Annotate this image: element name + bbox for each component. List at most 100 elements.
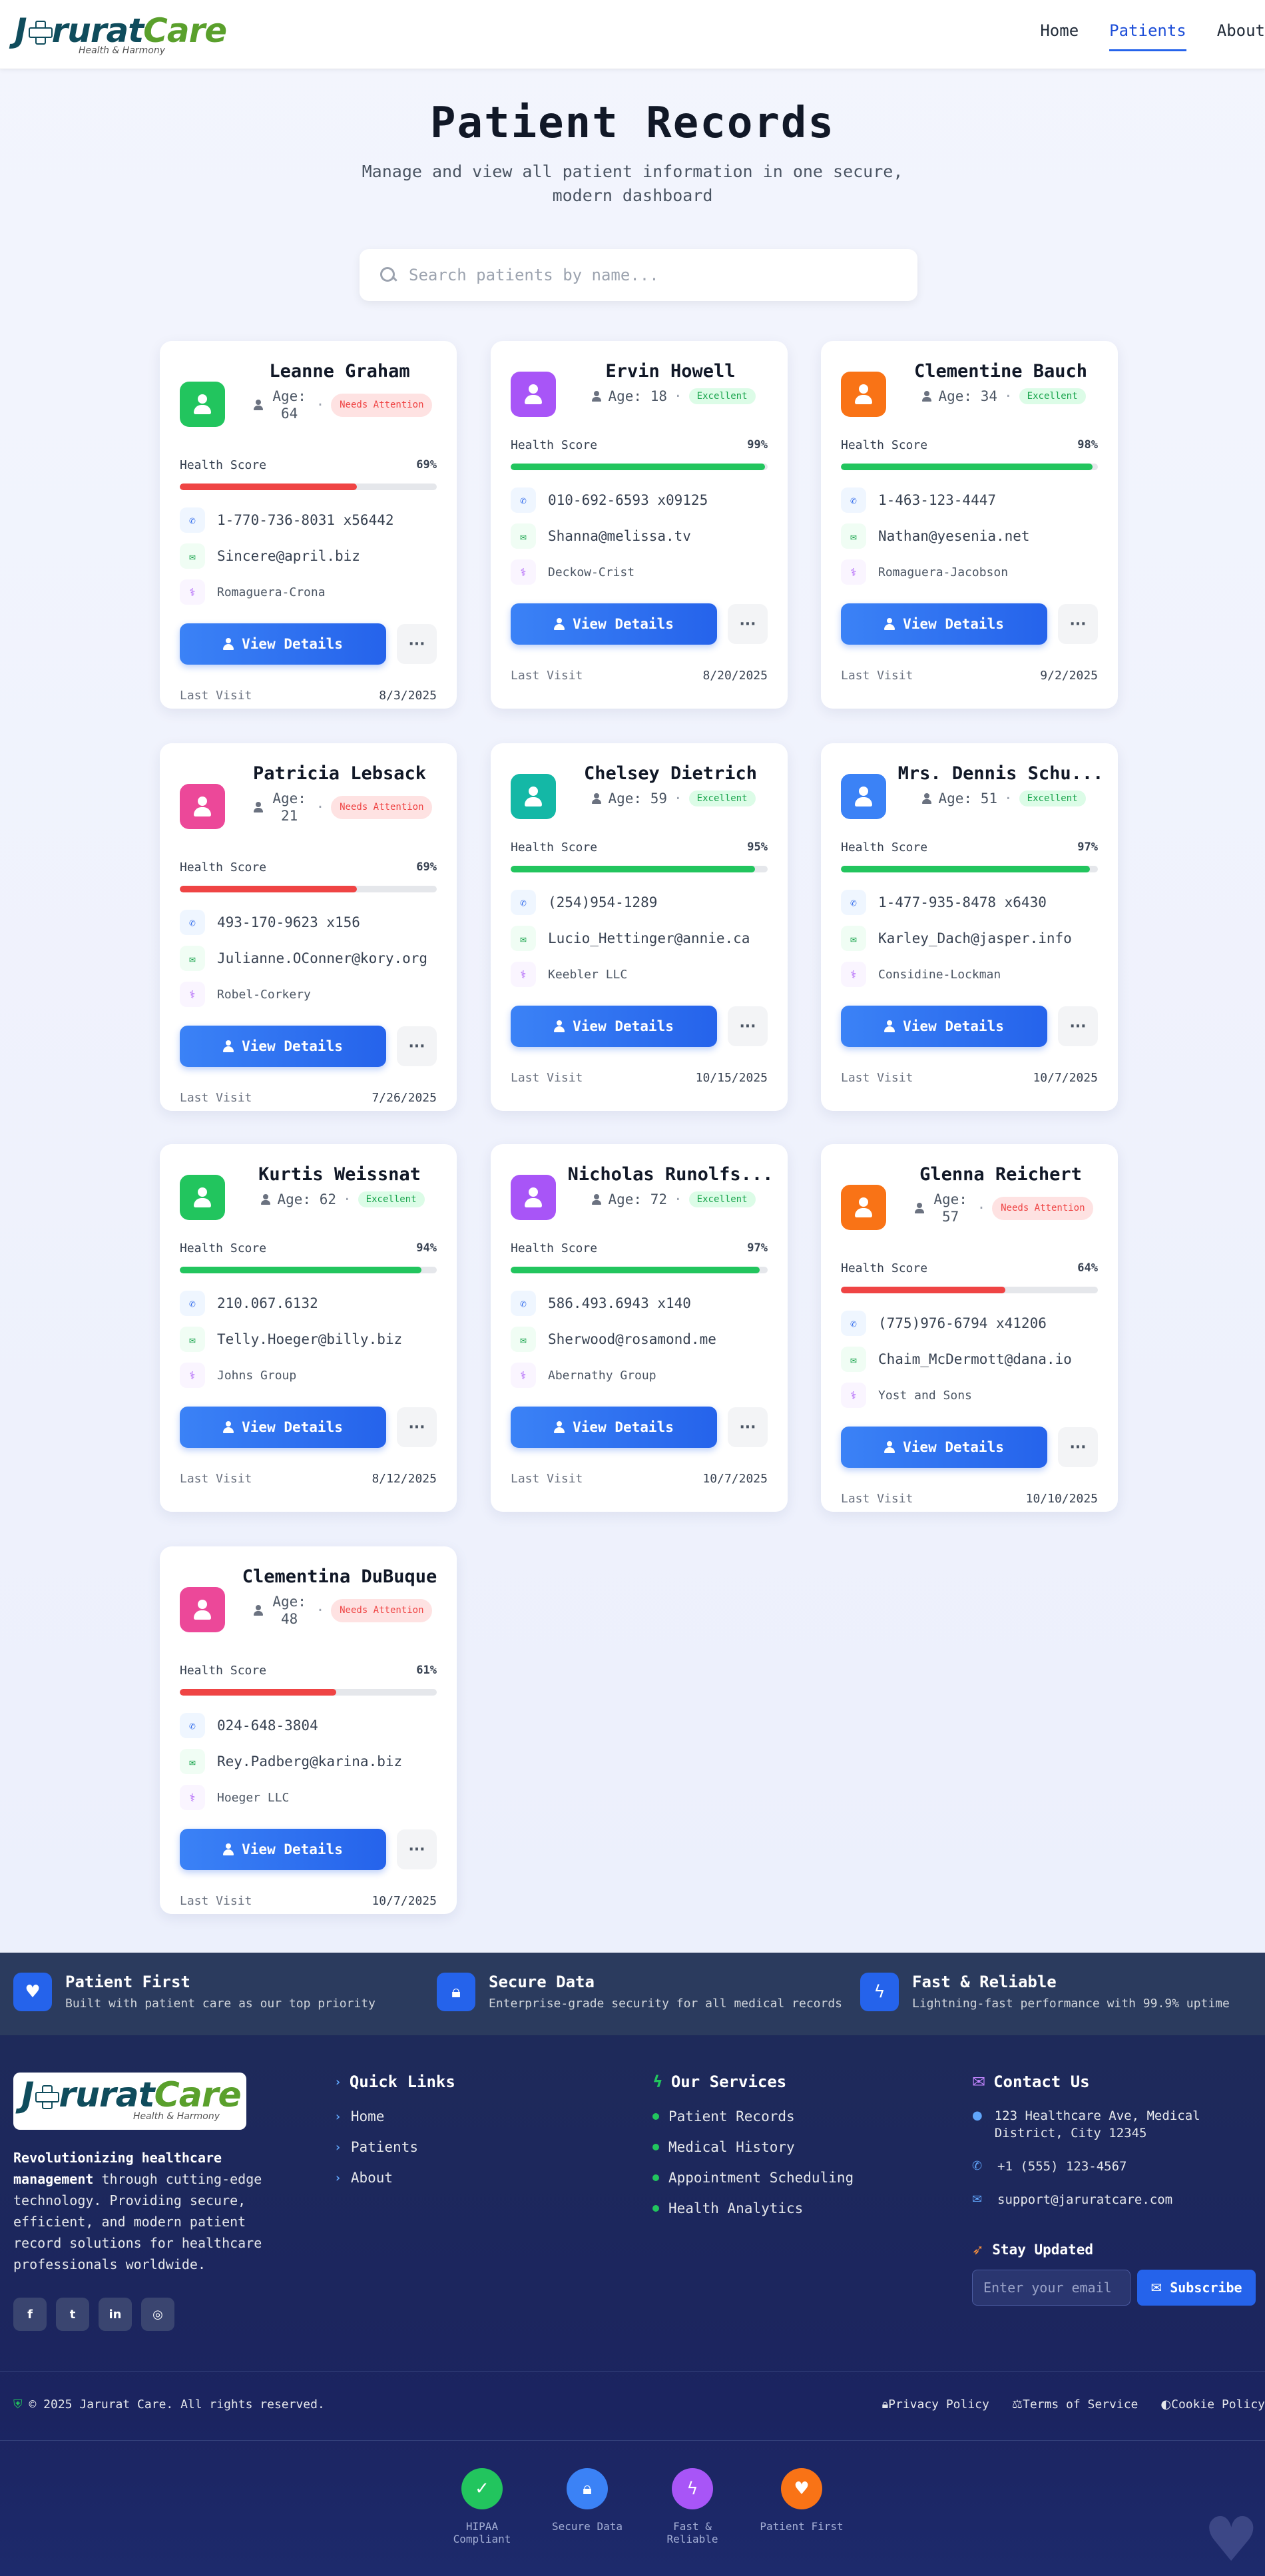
more-options-button[interactable]: ··· xyxy=(1058,1006,1098,1046)
patient-phone[interactable]: ✆ 586.493.6943 x140 xyxy=(511,1291,691,1316)
patient-company: ⚕ Abernathy Group xyxy=(511,1363,656,1388)
user-icon xyxy=(192,1600,212,1620)
stethoscope-icon: ⚕ xyxy=(841,962,866,987)
patient-phone[interactable]: ✆ 010-692-6593 x09125 xyxy=(511,487,708,513)
more-options-button[interactable]: ··· xyxy=(397,1407,437,1447)
patient-phone[interactable]: ✆ 1-477-935-8478 x6430 xyxy=(841,890,1047,915)
patient-meta: Age: 57 · Needs Attention xyxy=(894,1191,1114,1225)
more-options-button[interactable]: ··· xyxy=(1058,604,1098,644)
patient-card[interactable]: Glenna Reichert Age: 57 · Needs Attentio… xyxy=(821,1144,1118,1512)
more-options-button[interactable]: ··· xyxy=(728,1407,768,1447)
stethoscope-icon: ⚕ xyxy=(180,1785,205,1810)
nav-patients[interactable]: Patients xyxy=(1109,19,1186,51)
patient-phone[interactable]: ✆ 1-770-736-8031 x56442 xyxy=(180,507,394,533)
envelope-icon: ✉ xyxy=(511,926,536,951)
health-score-bar xyxy=(511,1267,768,1273)
newsletter-email-input[interactable] xyxy=(972,2270,1131,2306)
patient-card[interactable]: Leanne Graham Age: 64 · Needs Attention … xyxy=(160,341,457,709)
view-details-button[interactable]: View Details xyxy=(511,1006,717,1047)
footer-logo[interactable]: JruratCare Health & Harmony xyxy=(13,2073,246,2130)
more-options-button[interactable]: ··· xyxy=(728,604,768,644)
lock-icon: 🔒︎ xyxy=(567,2468,608,2509)
stethoscope-icon: ⚕ xyxy=(511,1363,536,1388)
nav-home[interactable]: Home xyxy=(1040,19,1079,51)
rocket-icon: ➶ xyxy=(972,2242,984,2258)
footer-link-about[interactable]: › About xyxy=(334,2170,455,2186)
last-visit-date: 10/7/2025 xyxy=(1033,1071,1098,1085)
more-options-button[interactable]: ··· xyxy=(397,1026,437,1066)
nav-about[interactable]: About xyxy=(1217,19,1265,51)
view-details-button[interactable]: View Details xyxy=(511,603,717,645)
linkedin-icon[interactable]: in xyxy=(99,2298,132,2331)
patient-email[interactable]: ✉ Sherwood@rosamond.me xyxy=(511,1327,716,1352)
trust-secure-data: 🔒︎ Secure Data xyxy=(541,2468,634,2533)
view-details-button[interactable]: View Details xyxy=(180,623,386,665)
view-details-button[interactable]: View Details xyxy=(511,1407,717,1448)
view-details-button[interactable]: View Details xyxy=(841,603,1047,645)
terms-link[interactable]: ⚖Terms of Service xyxy=(1012,2398,1138,2412)
view-details-button[interactable]: View Details xyxy=(841,1006,1047,1047)
view-details-button[interactable]: View Details xyxy=(841,1427,1047,1468)
more-options-button[interactable]: ··· xyxy=(397,624,437,664)
patient-email[interactable]: ✉ Shanna@melissa.tv xyxy=(511,523,691,549)
patient-name: Leanne Graham xyxy=(269,361,410,382)
more-options-button[interactable]: ··· xyxy=(728,1006,768,1046)
patient-email[interactable]: ✉ Julianne.OConner@kory.org xyxy=(180,946,427,971)
contact-phone[interactable]: ✆ +1 (555) 123-4567 xyxy=(972,2158,1258,2175)
view-details-button[interactable]: View Details xyxy=(180,1026,386,1067)
patient-phone[interactable]: ✆ (775)976-6794 x41206 xyxy=(841,1311,1047,1336)
instagram-icon[interactable]: ◎ xyxy=(141,2298,174,2331)
user-icon xyxy=(884,618,895,630)
patient-company: ⚕ Robel-Corkery xyxy=(180,982,311,1007)
patient-phone[interactable]: ✆ 493-170-9623 x156 xyxy=(180,910,360,935)
footer-divider xyxy=(0,2371,1265,2372)
more-options-button[interactable]: ··· xyxy=(397,1829,437,1869)
health-score-bar xyxy=(841,464,1098,470)
patient-card[interactable]: Clementina DuBuque Age: 48 · Needs Atten… xyxy=(160,1546,457,1914)
privacy-policy-link[interactable]: 🔒︎Privacy Policy xyxy=(882,2398,989,2412)
patient-card[interactable]: Kurtis Weissnat Age: 62 · Excellent Heal… xyxy=(160,1144,457,1512)
health-score-fill xyxy=(511,866,755,872)
patient-card[interactable]: Chelsey Dietrich Age: 59 · Excellent Hea… xyxy=(491,743,788,1111)
stethoscope-icon: ⚕ xyxy=(180,579,205,605)
search-input[interactable] xyxy=(409,266,888,284)
view-details-button[interactable]: View Details xyxy=(180,1407,386,1448)
patient-email[interactable]: ✉ Telly.Hoeger@billy.biz xyxy=(180,1327,402,1352)
patient-phone[interactable]: ✆ 1-463-123-4447 xyxy=(841,487,996,513)
cookie-policy-link[interactable]: ◐Cookie Policy xyxy=(1160,2398,1265,2412)
facebook-icon[interactable]: f xyxy=(13,2298,47,2331)
patient-name: Kurtis Weissnat xyxy=(258,1164,421,1185)
footer-link-home[interactable]: › Home xyxy=(334,2108,455,2124)
service-item[interactable]: Appointment Scheduling xyxy=(652,2170,854,2186)
patient-email[interactable]: ✉ Lucio_Hettinger@annie.ca xyxy=(511,926,750,951)
patient-phone[interactable]: ✆ (254)954-1289 xyxy=(511,890,657,915)
twitter-icon[interactable]: t xyxy=(56,2298,89,2331)
patient-email[interactable]: ✉ Chaim_McDermott@dana.io xyxy=(841,1347,1072,1372)
patient-phone[interactable]: ✆ 210.067.6132 xyxy=(180,1291,318,1316)
subscribe-button[interactable]: ✉ Subscribe xyxy=(1137,2270,1256,2306)
patient-company: ⚕ Considine-Lockman xyxy=(841,962,1001,987)
brand-logo[interactable]: JruratCare Health & Harmony xyxy=(15,12,228,57)
patient-email[interactable]: ✉ Rey.Padberg@karina.biz xyxy=(180,1749,402,1774)
patient-phone[interactable]: ✆ 024-648-3804 xyxy=(180,1713,318,1738)
patient-card[interactable]: Mrs. Dennis Schu... Age: 51 · Excellent … xyxy=(821,743,1118,1111)
health-score-fill xyxy=(180,886,358,892)
service-item[interactable]: Patient Records xyxy=(652,2108,854,2124)
health-score-bar xyxy=(841,866,1098,872)
more-options-button[interactable]: ··· xyxy=(1058,1427,1098,1467)
patient-card[interactable]: Clementine Bauch Age: 34 · Excellent Hea… xyxy=(821,341,1118,709)
patient-card[interactable]: Nicholas Runolfs... Age: 72 · Excellent … xyxy=(491,1144,788,1512)
patient-age: Age: 51 xyxy=(938,791,997,806)
view-details-button[interactable]: View Details xyxy=(180,1829,386,1870)
patient-card[interactable]: Ervin Howell Age: 18 · Excellent Health … xyxy=(491,341,788,709)
patient-name: Nicholas Runolfs... xyxy=(567,1164,774,1185)
service-item[interactable]: Health Analytics xyxy=(652,2200,854,2216)
patient-email[interactable]: ✉ Nathan@yesenia.net xyxy=(841,523,1030,549)
contact-email[interactable]: ✉ support@jaruratcare.com xyxy=(972,2191,1258,2208)
patient-card[interactable]: Patricia Lebsack Age: 21 · Needs Attenti… xyxy=(160,743,457,1111)
patient-email[interactable]: ✉ Sincere@april.biz xyxy=(180,543,360,569)
footer-link-patients[interactable]: › Patients xyxy=(334,2139,455,2155)
patient-email[interactable]: ✉ Karley_Dach@jasper.info xyxy=(841,926,1072,951)
user-icon xyxy=(884,1020,895,1032)
service-item[interactable]: Medical History xyxy=(652,2139,854,2155)
